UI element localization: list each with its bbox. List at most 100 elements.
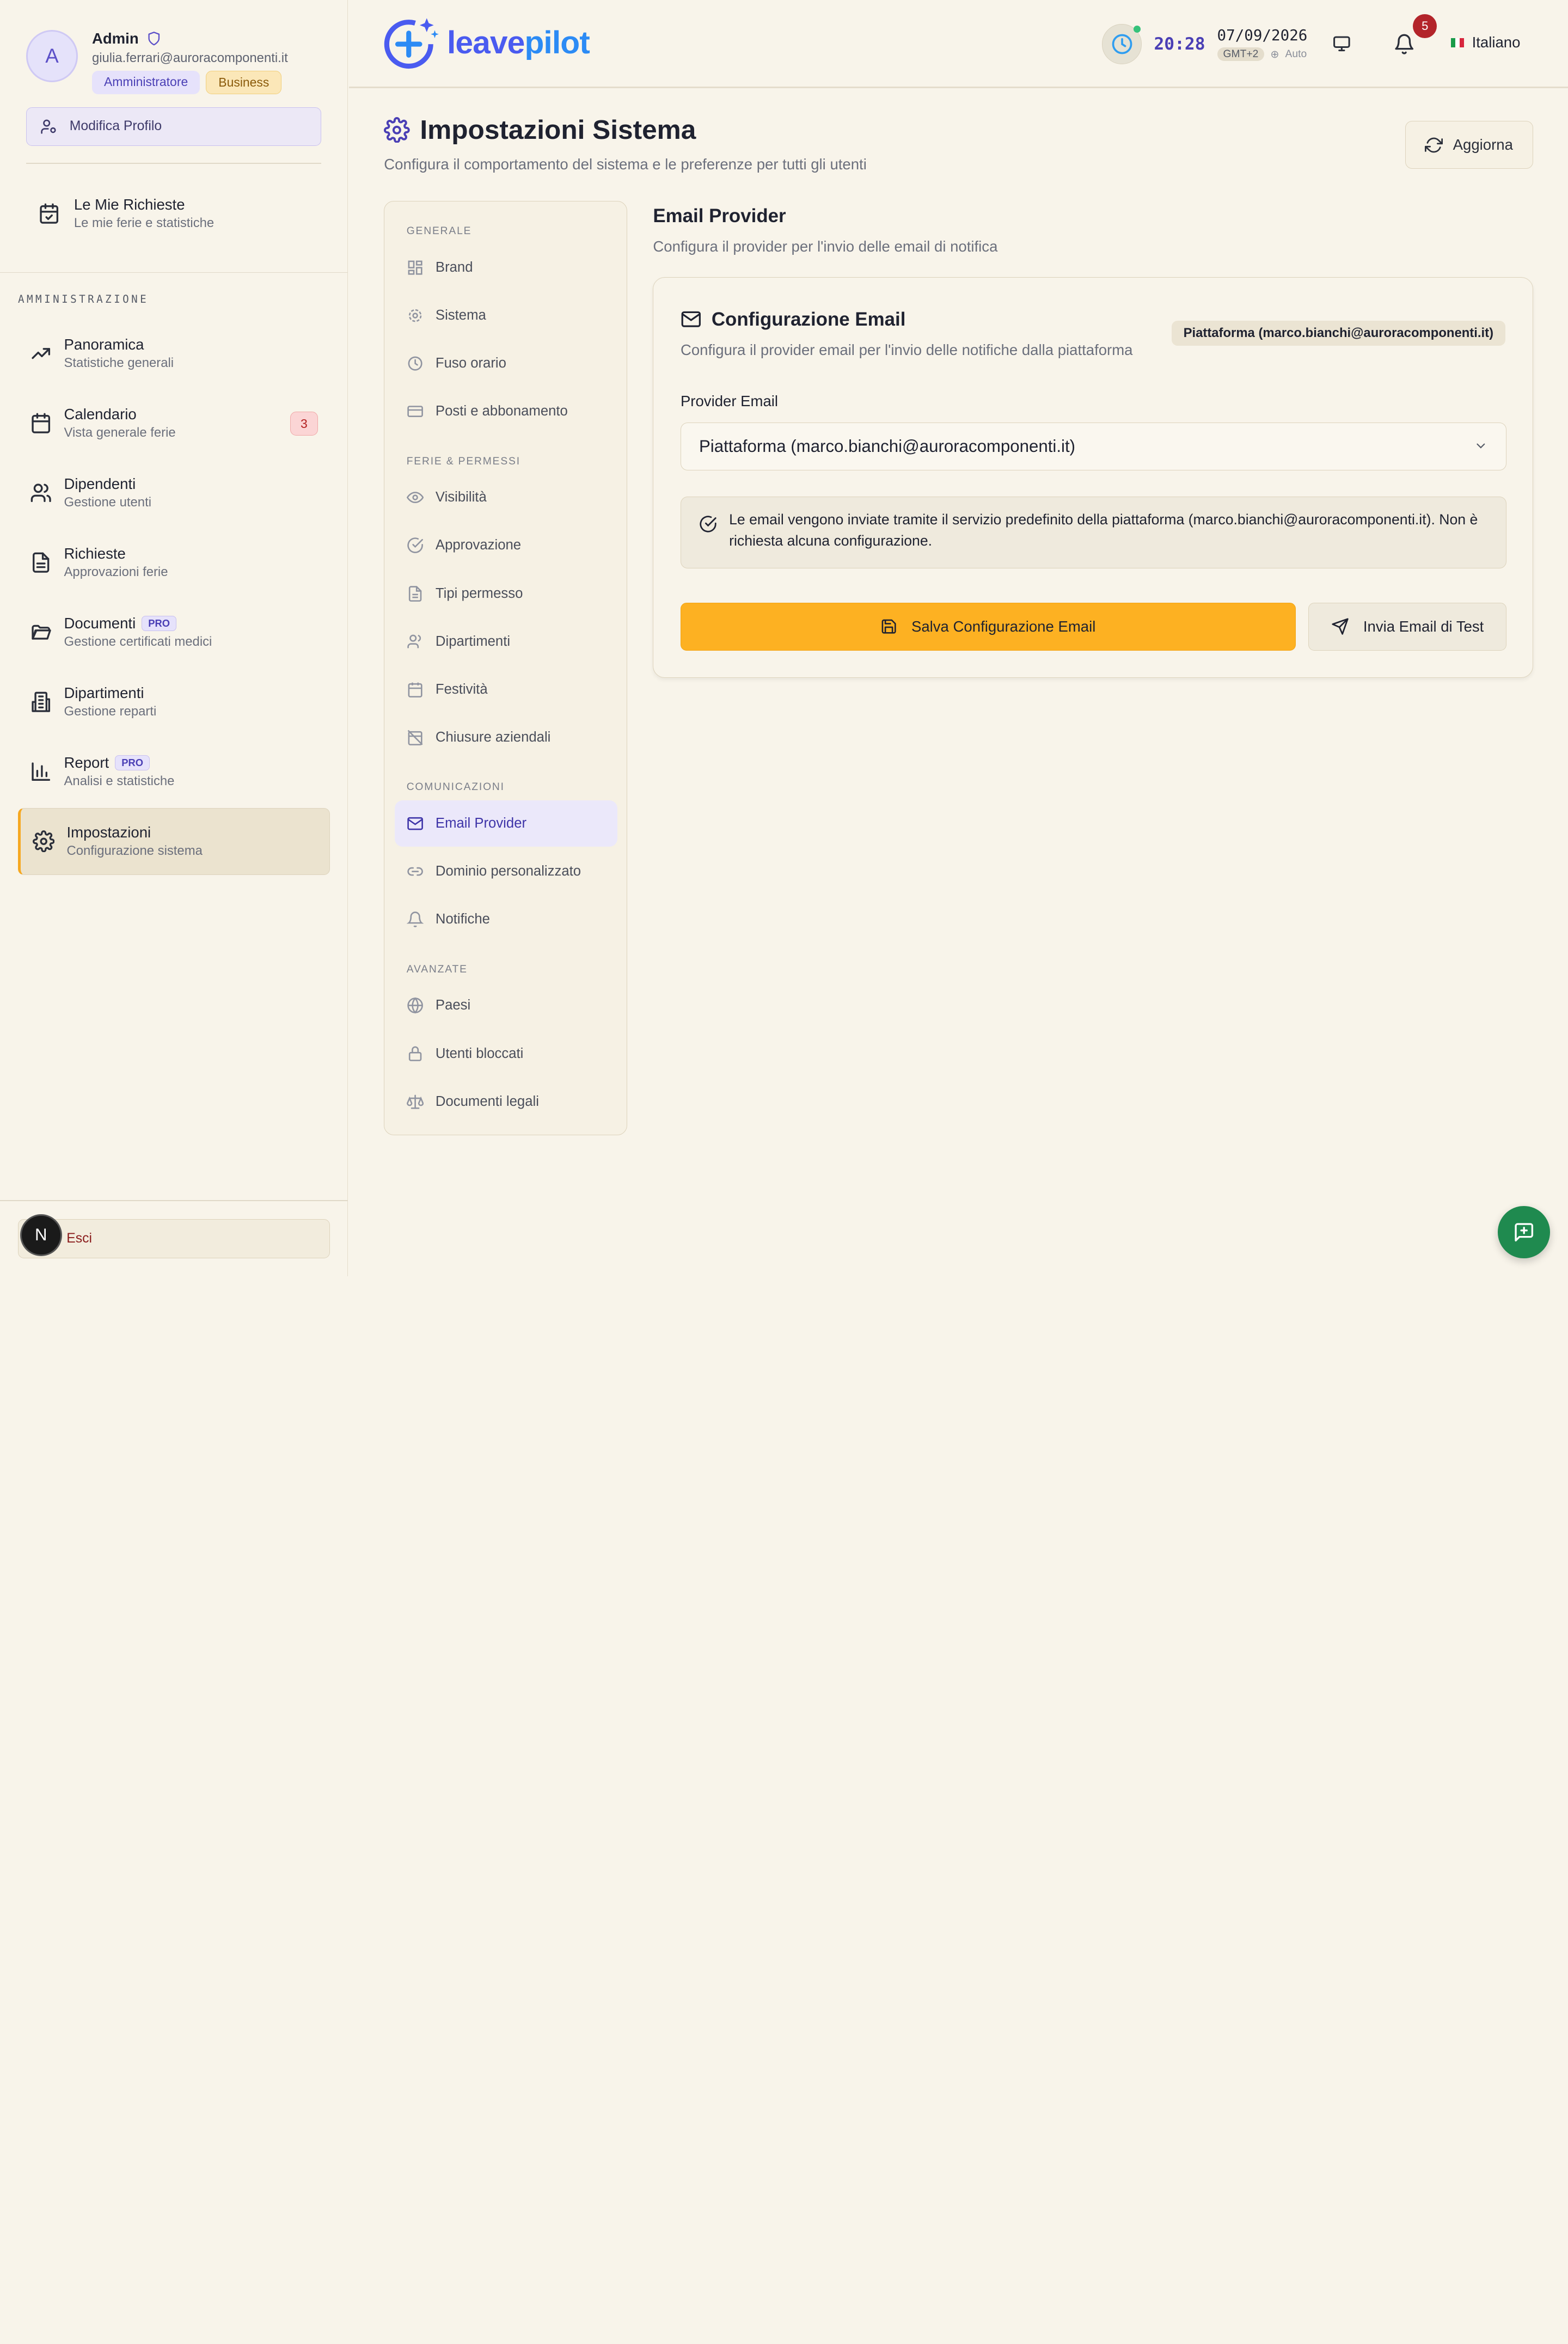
provider-select[interactable]: Piattaforma (marco.bianchi@auroracompone… bbox=[680, 423, 1507, 471]
settings-section-heading: AVANZATE bbox=[406, 963, 468, 975]
settings-item-utenti-bloccati[interactable]: Utenti bloccati bbox=[395, 1031, 618, 1076]
language-selector[interactable]: Italiano bbox=[1451, 34, 1520, 51]
nav-title: Richieste bbox=[64, 545, 126, 562]
calendar-check-icon bbox=[40, 203, 58, 224]
settings-item-tipi-permesso[interactable]: Tipi permesso bbox=[395, 571, 618, 616]
nav-item-impostazioni[interactable]: Impostazioni Configurazione sistema bbox=[18, 807, 330, 875]
mail-icon bbox=[681, 311, 701, 328]
globe-icon: ⊕ bbox=[1270, 48, 1279, 60]
settings-item-label: Sistema bbox=[435, 308, 486, 323]
user-cog-icon bbox=[41, 119, 57, 134]
calendar-icon bbox=[408, 682, 422, 697]
settings-item-paesi[interactable]: Paesi bbox=[395, 983, 618, 1029]
calendar-off-icon bbox=[407, 730, 423, 745]
settings-item-label: Approvazione bbox=[435, 537, 522, 553]
card-title: Configurazione Email bbox=[711, 308, 906, 330]
clock-icon bbox=[408, 356, 422, 371]
nav-item-report[interactable]: Report PRO Analisi e statistiche bbox=[18, 738, 330, 805]
globe-icon bbox=[407, 997, 423, 1014]
gear-icon bbox=[408, 309, 421, 322]
italy-flag-icon bbox=[1451, 38, 1464, 47]
settings-item-brand[interactable]: Brand bbox=[395, 244, 618, 290]
gear-icon bbox=[384, 117, 410, 143]
save-button-label: Salva Configurazione Email bbox=[911, 617, 1096, 635]
logo[interactable]: leavepilot bbox=[383, 14, 590, 72]
logo-plus-icon bbox=[384, 18, 439, 69]
nav-item-panoramica[interactable]: Panoramica Statistiche generali bbox=[18, 320, 330, 387]
scale-icon bbox=[406, 1094, 424, 1109]
credit-card-icon bbox=[407, 406, 423, 418]
monitor-icon[interactable] bbox=[1332, 34, 1352, 54]
nav-item-dipartimenti[interactable]: Dipartimenti Gestione reparti bbox=[18, 669, 330, 736]
refresh-label: Aggiorna bbox=[1453, 136, 1513, 154]
settings-item-chiusure[interactable]: Chiusure aziendali bbox=[395, 714, 618, 760]
role-badge: Amministratore bbox=[91, 70, 200, 95]
info-text: Le email vengono inviate tramite il serv… bbox=[729, 511, 1478, 549]
lock-icon bbox=[408, 1046, 421, 1062]
nav-item-calendario[interactable]: Calendario Vista generale ferie 3 bbox=[18, 390, 330, 457]
user-name: Admin bbox=[91, 30, 139, 47]
settings-item-approvazione[interactable]: Approvazione bbox=[395, 523, 618, 568]
settings-item-visibilita[interactable]: Visibilità bbox=[395, 475, 618, 521]
settings-item-fuso-orario[interactable]: Fuso orario bbox=[395, 340, 618, 386]
gear-icon bbox=[33, 830, 55, 853]
nav-title: Impostazioni bbox=[66, 824, 151, 841]
settings-item-notifiche[interactable]: Notifiche bbox=[395, 897, 618, 943]
settings-item-label: Email Provider bbox=[435, 816, 527, 831]
settings-item-label: Chiusure aziendali bbox=[435, 730, 551, 745]
edit-profile-button[interactable]: Modifica Profilo bbox=[26, 107, 321, 146]
n-avatar[interactable]: N bbox=[20, 1214, 62, 1256]
logout-label: Esci bbox=[66, 1231, 93, 1246]
nav-item-richieste[interactable]: Richieste Approvazioni ferie bbox=[18, 529, 330, 596]
divider bbox=[0, 272, 348, 273]
provider-label: Provider Email bbox=[680, 392, 779, 409]
check-circle-icon bbox=[700, 516, 716, 533]
nav-item-documenti[interactable]: Documenti PRO Gestione certificati medici bbox=[18, 599, 330, 666]
settings-item-dominio[interactable]: Dominio personalizzato bbox=[395, 849, 618, 895]
edit-profile-label: Modifica Profilo bbox=[69, 119, 162, 134]
layout-grid-icon bbox=[408, 260, 422, 275]
chevron-down-icon bbox=[1477, 444, 1485, 449]
settings-item-festivita[interactable]: Festività bbox=[395, 666, 618, 712]
users-icon bbox=[30, 484, 51, 503]
building-icon bbox=[32, 691, 51, 712]
pro-badge: PRO bbox=[142, 615, 177, 631]
message-plus-icon bbox=[1515, 1222, 1533, 1241]
shield-icon bbox=[148, 32, 160, 46]
nav-my-requests[interactable]: Le Mie Richieste Le mie ferie e statisti… bbox=[38, 196, 214, 231]
settings-item-posti[interactable]: Posti e abbonamento bbox=[395, 389, 618, 434]
avatar: A bbox=[26, 30, 78, 82]
settings-item-label: Notifiche bbox=[435, 911, 490, 927]
settings-item-email-provider[interactable]: Email Provider bbox=[394, 800, 618, 847]
settings-item-label: Dominio personalizzato bbox=[435, 864, 581, 879]
send-test-email-button[interactable]: Invia Email di Test bbox=[1308, 602, 1507, 651]
save-email-config-button[interactable]: Salva Configurazione Email bbox=[680, 602, 1296, 651]
eye-icon bbox=[406, 492, 424, 504]
page-header: Impostazioni Sistema Configura il compor… bbox=[384, 114, 867, 173]
settings-item-label: Paesi bbox=[435, 997, 471, 1013]
settings-item-dipartimenti[interactable]: Dipartimenti bbox=[395, 619, 618, 664]
settings-item-documenti-legali[interactable]: Documenti legali bbox=[395, 1079, 618, 1124]
nav-title: Documenti bbox=[64, 615, 136, 632]
bell-icon[interactable] bbox=[1393, 33, 1415, 55]
clock-date: 07/09/2026 bbox=[1217, 27, 1308, 45]
clock-time: 20:28 bbox=[1154, 34, 1205, 54]
section-subtitle: Configura il provider per l'invio delle … bbox=[653, 237, 998, 255]
pro-badge: PRO bbox=[115, 755, 150, 770]
bar-chart-icon bbox=[32, 762, 51, 781]
email-config-card: Configurazione Email Configura il provid… bbox=[653, 277, 1533, 678]
feedback-button[interactable] bbox=[1498, 1206, 1550, 1258]
clock-icon bbox=[1102, 24, 1142, 64]
settings-item-label: Tipi permesso bbox=[435, 585, 523, 601]
settings-item-label: Dipartimenti bbox=[435, 633, 511, 649]
timezone-badge: GMT+2 bbox=[1217, 47, 1265, 62]
clock-widget: 20:28 07/09/2026 GMT+2 ⊕ Auto bbox=[1102, 24, 1307, 64]
settings-item-sistema[interactable]: Sistema bbox=[395, 292, 618, 338]
plan-badge: Business bbox=[206, 70, 282, 95]
refresh-button[interactable]: Aggiorna bbox=[1405, 121, 1533, 169]
logout-button[interactable]: Esci bbox=[18, 1219, 330, 1258]
nav-item-dipendenti[interactable]: Dipendenti Gestione utenti bbox=[18, 460, 330, 527]
settings-item-label: Documenti legali bbox=[435, 1093, 539, 1109]
settings-item-label: Fuso orario bbox=[435, 356, 506, 371]
section-title: Email Provider bbox=[653, 205, 786, 227]
